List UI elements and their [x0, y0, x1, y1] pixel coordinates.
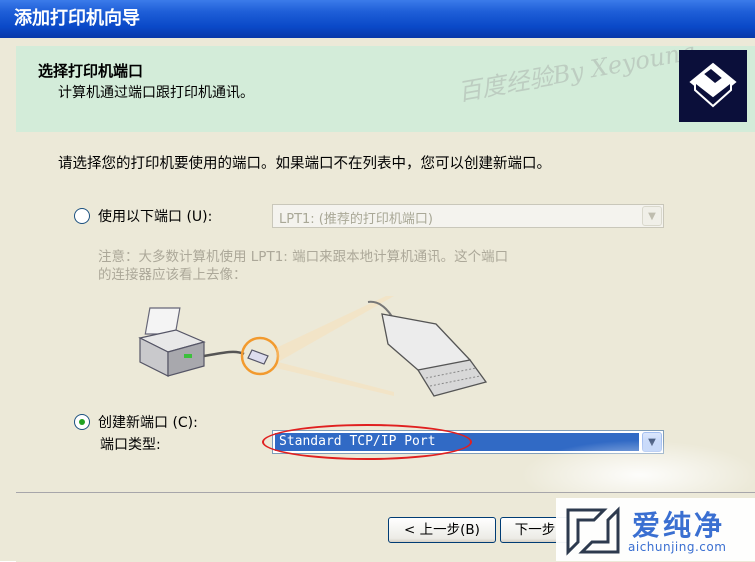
- window-title: 添加打印机向导: [14, 8, 140, 29]
- use-port-radio[interactable]: [74, 208, 90, 224]
- printer-illustration-icon: [138, 307, 206, 377]
- existing-port-value: LPT1: (推荐的打印机端口): [279, 212, 433, 227]
- port-note: 注意：大多数计算机使用 LPT1: 端口来跟本地计算机通讯。这个端口 的连接器应…: [98, 248, 678, 284]
- back-button[interactable]: < 上一步(B): [388, 517, 496, 543]
- existing-port-dropdown[interactable]: LPT1: (推荐的打印机端口) ▼: [272, 204, 664, 228]
- chevron-down-icon: ▼: [642, 206, 662, 226]
- instruction-text: 请选择您的打印机要使用的端口。如果端口不在列表中，您可以创建新端口。: [58, 156, 551, 172]
- parallel-connector-icon: [367, 300, 488, 397]
- wizard-header: 选择打印机端口 计算机通过端口跟打印机通讯。 百度经验By Xeyoung: [16, 37, 755, 133]
- page-subtitle: 计算机通过端口跟打印机通讯。: [58, 85, 254, 101]
- watermark-text: 百度经验By Xeyoung: [455, 37, 698, 107]
- site-logo: 爱纯净 aichunjing.com: [556, 498, 755, 561]
- create-port-label: 创建新端口 (C):: [98, 415, 198, 431]
- logo-text: 爱纯净: [632, 509, 726, 542]
- logo-bracket-icon: [566, 506, 620, 556]
- port-type-label: 端口类型:: [100, 437, 161, 453]
- printer-icon: [679, 50, 747, 122]
- port-note-line2: 的连接器应该看上去像：: [98, 267, 247, 283]
- connector-illustration: [138, 296, 488, 397]
- title-bar[interactable]: 添加打印机向导: [0, 0, 755, 38]
- use-port-label: 使用以下端口 (U):: [98, 209, 213, 225]
- logo-url: aichunjing.com: [628, 540, 727, 554]
- page-title: 选择打印机端口: [38, 62, 144, 80]
- port-note-line1: 注意：大多数计算机使用 LPT1: 端口来跟本地计算机通讯。这个端口: [98, 249, 509, 265]
- add-printer-wizard-window: 添加打印机向导 选择打印机端口 计算机通过端口跟打印机通讯。 百度经验By Xe…: [0, 0, 755, 562]
- wizard-body: 请选择您的打印机要使用的端口。如果端口不在列表中，您可以创建新端口。 使用以下端…: [16, 132, 755, 492]
- create-port-radio[interactable]: [74, 414, 90, 430]
